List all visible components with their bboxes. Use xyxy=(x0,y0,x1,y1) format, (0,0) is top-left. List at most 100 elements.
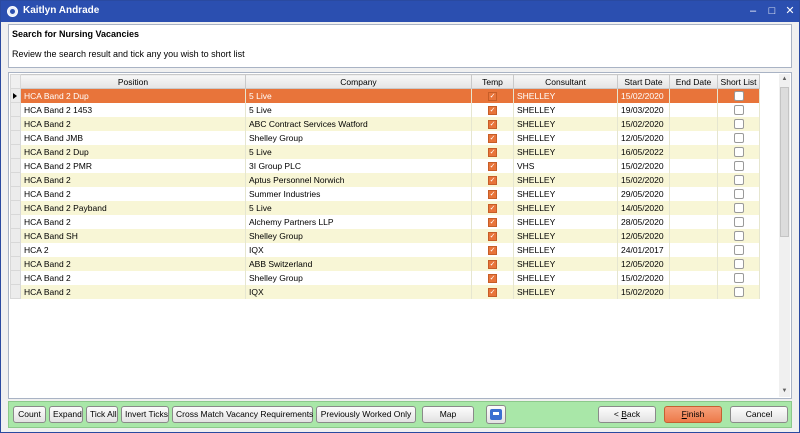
row-selector[interactable] xyxy=(10,144,21,159)
row-selector[interactable] xyxy=(10,228,21,243)
short-list-checkbox[interactable] xyxy=(733,160,744,171)
cell-company: Shelley Group xyxy=(245,270,472,285)
table-row[interactable]: HCA Band 2 IQX ✓ SHELLEY 15/02/2020 xyxy=(10,284,760,299)
table-row[interactable]: HCA Band 2 ABC Contract Services Watford ✓… xyxy=(10,116,760,131)
scroll-up-icon[interactable]: ▲ xyxy=(779,74,790,85)
table-row[interactable]: HCA Band 2 Payband 5 Live ✓ SHELLEY 14/05/20… xyxy=(10,200,760,215)
cell-short-list xyxy=(717,200,760,215)
table-row[interactable]: HCA Band 2 Dup 5 Live ✓ SHELLEY 16/05/2022 xyxy=(10,144,760,159)
short-list-checkbox[interactable] xyxy=(733,118,744,129)
invert-ticks-button[interactable]: Invert Ticks xyxy=(121,406,169,423)
row-selector[interactable] xyxy=(10,88,21,103)
row-selector[interactable] xyxy=(10,270,21,285)
cell-start-date: 28/05/2020 xyxy=(617,214,670,229)
cell-consultant: SHELLEY xyxy=(513,116,618,131)
cell-position: HCA Band JMB xyxy=(20,130,246,145)
cell-end-date xyxy=(669,214,718,229)
cell-short-list xyxy=(717,102,760,117)
column-header-temp[interactable]: Temp xyxy=(471,74,514,89)
cell-position: HCA Band 2 xyxy=(20,172,246,187)
cell-start-date: 12/05/2020 xyxy=(617,256,670,271)
column-header-consultant[interactable]: Consultant xyxy=(513,74,618,89)
cell-end-date xyxy=(669,200,718,215)
print-button[interactable] xyxy=(486,405,506,424)
cell-short-list xyxy=(717,116,760,131)
finish-button[interactable]: Finish xyxy=(664,406,722,423)
short-list-checkbox[interactable] xyxy=(733,286,744,297)
row-selector[interactable] xyxy=(10,158,21,173)
column-header-start-date[interactable]: Start Date xyxy=(617,74,670,89)
column-header-short-list[interactable]: Short List xyxy=(717,74,760,89)
table-row[interactable]: HCA Band 2 PMR 3I Group PLC ✓ VHS 15/02/2020 xyxy=(10,158,760,173)
table-row[interactable]: HCA Band 2 1453 5 Live ✓ SHELLEY 19/03/2020 xyxy=(10,102,760,117)
row-selector[interactable] xyxy=(10,102,21,117)
expand-button[interactable]: Expand xyxy=(49,406,83,423)
app-window: Kaitlyn Andrade – □ ✕ Search for Nursing… xyxy=(0,0,800,433)
table-row[interactable]: HCA Band 2 Alchemy Partners LLP ✓ SHELLEY 28… xyxy=(10,214,760,229)
cell-consultant: SHELLEY xyxy=(513,200,618,215)
short-list-checkbox[interactable] xyxy=(733,91,744,102)
row-selector[interactable] xyxy=(10,214,21,229)
short-list-checkbox[interactable] xyxy=(733,188,744,199)
table-row[interactable]: HCA Band 2 Summer Industries ✓ SHELLEY 29/05… xyxy=(10,186,760,201)
cell-consultant: SHELLEY xyxy=(513,214,618,229)
cell-position: HCA 2 xyxy=(20,242,246,257)
cancel-button[interactable]: Cancel xyxy=(730,406,788,423)
row-selector[interactable] xyxy=(10,130,21,145)
map-button[interactable]: Map xyxy=(422,406,474,423)
cell-short-list xyxy=(717,172,760,187)
short-list-checkbox[interactable] xyxy=(733,230,744,241)
column-header-position[interactable]: Position xyxy=(20,74,246,89)
table-row[interactable]: HCA 2 IQX ✓ SHELLEY 24/01/2017 xyxy=(10,242,760,257)
short-list-checkbox[interactable] xyxy=(733,132,744,143)
table-row[interactable]: HCA Band SH Shelley Group ✓ SHELLEY 12/05/20… xyxy=(10,228,760,243)
table-row[interactable]: HCA Band JMB Shelley Group ✓ SHELLEY 12/05/2… xyxy=(10,130,760,145)
cell-consultant: VHS xyxy=(513,158,618,173)
close-button[interactable]: ✕ xyxy=(782,3,798,19)
cell-company: IQX xyxy=(245,242,472,257)
scroll-down-icon[interactable]: ▼ xyxy=(779,386,790,397)
row-selector[interactable] xyxy=(10,284,21,299)
table-row[interactable]: HCA Band 2 ABB Switzerland ✓ SHELLEY 12/05/2… xyxy=(10,256,760,271)
vertical-scrollbar[interactable]: ▲ ▼ xyxy=(779,74,790,397)
maximize-button[interactable]: □ xyxy=(764,3,780,19)
cell-company: Aptus Personnel Norwich xyxy=(245,172,472,187)
cell-temp: ✓ xyxy=(471,284,514,299)
previously-worked-button[interactable]: Previously Worked Only xyxy=(316,406,416,423)
scroll-thumb[interactable] xyxy=(780,87,789,237)
temp-checkbox: ✓ xyxy=(488,217,497,227)
column-header-end-date[interactable]: End Date xyxy=(669,74,718,89)
temp-checkbox: ✓ xyxy=(488,231,497,241)
tick-all-button[interactable]: Tick All xyxy=(86,406,118,423)
row-selector[interactable] xyxy=(10,186,21,201)
column-header-company[interactable]: Company xyxy=(245,74,472,89)
count-button[interactable]: Count xyxy=(13,406,46,423)
cell-company: Shelley Group xyxy=(245,228,472,243)
row-selector[interactable] xyxy=(10,256,21,271)
short-list-checkbox[interactable] xyxy=(733,174,744,185)
table-row[interactable]: HCA Band 2 Aptus Personnel Norwich ✓ SHELLE… xyxy=(10,172,760,187)
short-list-checkbox[interactable] xyxy=(733,244,744,255)
row-selector[interactable] xyxy=(10,172,21,187)
cell-position: HCA Band 2 xyxy=(20,270,246,285)
cross-match-button[interactable]: Cross Match Vacancy Requirements xyxy=(172,406,313,423)
minimize-button[interactable]: – xyxy=(745,3,761,19)
back-button[interactable]: < Back xyxy=(598,406,656,423)
short-list-checkbox[interactable] xyxy=(733,202,744,213)
short-list-checkbox[interactable] xyxy=(733,272,744,283)
cell-company: 5 Live xyxy=(245,102,472,117)
cell-position: HCA Band 2 xyxy=(20,284,246,299)
table-row[interactable]: HCA Band 2 Shelley Group ✓ SHELLEY 15/02/202… xyxy=(10,270,760,285)
cell-end-date xyxy=(669,284,718,299)
cell-end-date xyxy=(669,270,718,285)
short-list-checkbox[interactable] xyxy=(733,258,744,269)
row-selector[interactable] xyxy=(10,200,21,215)
short-list-checkbox[interactable] xyxy=(733,104,744,115)
temp-checkbox: ✓ xyxy=(488,273,497,283)
short-list-checkbox[interactable] xyxy=(733,146,744,157)
table-row[interactable]: HCA Band 2 Dup 5 Live ✓ SHELLEY 15/02/2020 xyxy=(10,88,760,103)
row-selector[interactable] xyxy=(10,116,21,131)
short-list-checkbox[interactable] xyxy=(733,216,744,227)
cell-company: ABC Contract Services Watford xyxy=(245,116,472,131)
row-selector[interactable] xyxy=(10,242,21,257)
